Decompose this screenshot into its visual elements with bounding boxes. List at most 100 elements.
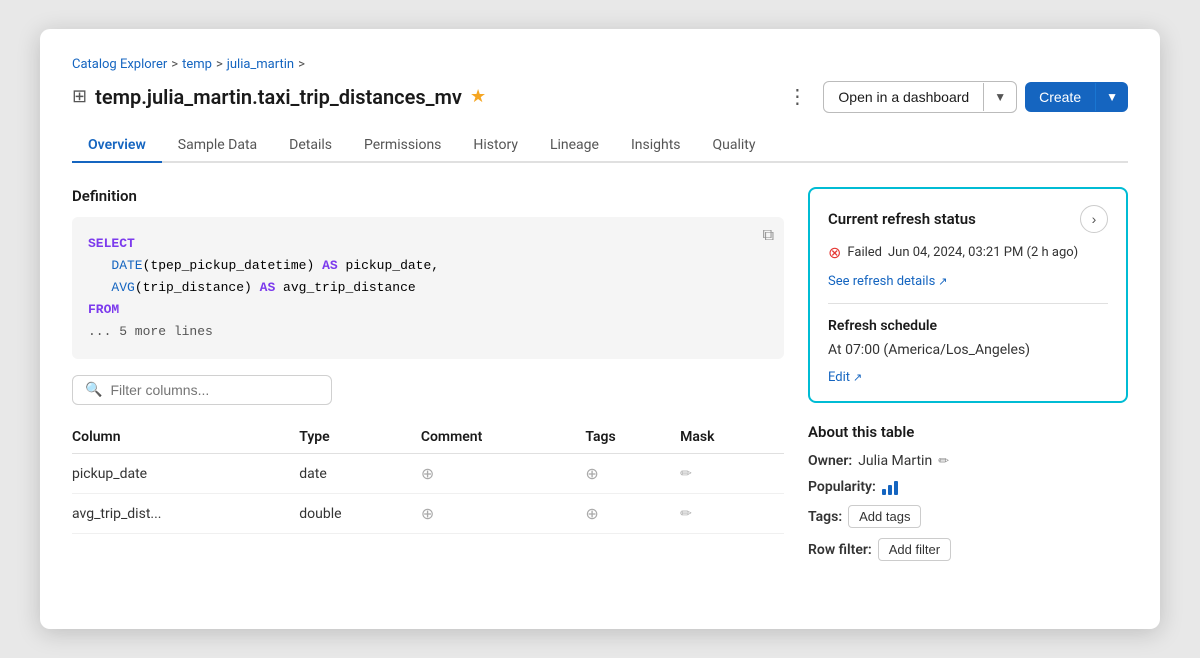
right-panel: Current refresh status › ⊗ Failed Jun 04…: [808, 187, 1128, 575]
open-dashboard-arrow[interactable]: ▼: [983, 83, 1016, 111]
cell-col-tags-1[interactable]: ⊕: [585, 454, 680, 494]
code-line-date: DATE(tpep_pickup_datetime) AS pickup_dat…: [88, 255, 768, 277]
refresh-status-title: Current refresh status: [828, 210, 976, 228]
cell-col-mask-1[interactable]: ✏: [680, 454, 784, 494]
popularity-label: Popularity:: [808, 479, 876, 495]
refresh-status-chevron[interactable]: ›: [1080, 205, 1108, 233]
ext-link-icon-2: ↗: [853, 371, 862, 384]
owner-label: Owner:: [808, 453, 852, 469]
row-filter-label: Row filter:: [808, 542, 872, 558]
comment-icon-2[interactable]: ⊕: [421, 504, 434, 523]
cell-col-tags-2[interactable]: ⊕: [585, 494, 680, 534]
open-dashboard-button[interactable]: Open in a dashboard ▼: [823, 81, 1017, 113]
code-line-avg: AVG(trip_distance) AS avg_trip_distance: [88, 277, 768, 299]
breadcrumb: Catalog Explorer > temp > julia_martin >: [72, 57, 1128, 72]
tab-permissions[interactable]: Permissions: [348, 129, 457, 163]
about-owner-row: Owner: Julia Martin ✏: [808, 453, 1128, 469]
cell-col-type-2: double: [299, 494, 421, 534]
tab-insights[interactable]: Insights: [615, 129, 697, 163]
owner-value: Julia Martin: [858, 453, 932, 469]
tab-quality[interactable]: Quality: [697, 129, 772, 163]
fn-date: DATE: [111, 258, 142, 273]
copy-code-button[interactable]: ⧉: [763, 227, 774, 245]
about-popularity-row: Popularity:: [808, 479, 1128, 495]
breadcrumb-temp[interactable]: temp: [182, 57, 212, 72]
fn-avg: AVG: [111, 280, 134, 295]
tags-icon-1[interactable]: ⊕: [585, 464, 598, 483]
kebab-menu-button[interactable]: ⋮: [779, 80, 815, 113]
tab-history[interactable]: History: [457, 129, 534, 163]
main-content: Definition ⧉ SELECT DATE(tpep_pickup_dat…: [72, 187, 1128, 575]
tab-sample-data[interactable]: Sample Data: [162, 129, 273, 163]
ext-link-icon-1: ↗: [938, 275, 947, 288]
open-dashboard-label: Open in a dashboard: [824, 82, 983, 112]
about-title: About this table: [808, 423, 1128, 441]
comment-icon-1[interactable]: ⊕: [421, 464, 434, 483]
popularity-bar: [882, 479, 898, 495]
kw-as-2: AS: [260, 280, 276, 295]
col-header-comment: Comment: [421, 421, 586, 454]
card-divider: [828, 303, 1108, 304]
table-row: avg_trip_dist... double ⊕ ⊕ ✏: [72, 494, 784, 534]
failed-icon: ⊗: [828, 243, 841, 262]
about-row-filter-row: Row filter: Add filter: [808, 538, 1128, 561]
cell-col-comment-1[interactable]: ⊕: [421, 454, 586, 494]
table-header-row: Column Type Comment Tags Mask: [72, 421, 784, 454]
title-actions: ⋮ Open in a dashboard ▼ Create ▼: [779, 80, 1128, 113]
breadcrumb-julia-martin[interactable]: julia_martin: [227, 57, 294, 72]
table-icon: ⊞: [72, 86, 87, 107]
refresh-schedule-title: Refresh schedule: [828, 318, 1108, 334]
mask-edit-icon-1[interactable]: ✏: [680, 466, 692, 482]
filter-columns-input[interactable]: [110, 382, 319, 398]
star-icon[interactable]: ★: [470, 86, 486, 107]
about-tags-row: Tags: Add tags: [808, 505, 1128, 528]
create-button[interactable]: Create ▼: [1025, 82, 1128, 112]
see-refresh-details-link[interactable]: See refresh details ↗: [828, 274, 948, 289]
failed-date: Jun 04, 2024, 03:21 PM (2 h ago): [888, 245, 1078, 260]
refresh-schedule-time: At 07:00 (America/Los_Angeles): [828, 342, 1108, 358]
tab-overview[interactable]: Overview: [72, 129, 162, 163]
col-header-mask: Mask: [680, 421, 784, 454]
keyword-select: SELECT: [88, 236, 135, 251]
title-row: ⊞ temp.julia_martin.taxi_trip_distances_…: [72, 80, 1128, 113]
failed-status: Failed: [847, 245, 882, 260]
edit-schedule-link[interactable]: Edit ↗: [828, 370, 862, 385]
breadcrumb-catalog[interactable]: Catalog Explorer: [72, 57, 167, 72]
definition-title: Definition: [72, 187, 784, 205]
tags-label: Tags:: [808, 509, 842, 525]
cell-col-comment-2[interactable]: ⊕: [421, 494, 586, 534]
create-arrow[interactable]: ▼: [1095, 83, 1128, 111]
filter-input-wrap: 🔍: [72, 375, 332, 405]
code-line-select: SELECT: [88, 233, 768, 255]
refresh-card-header: Current refresh status ›: [828, 205, 1108, 233]
cell-col-name-2: avg_trip_dist...: [72, 494, 299, 534]
mask-edit-icon-2[interactable]: ✏: [680, 506, 692, 522]
about-table-card: About this table Owner: Julia Martin ✏ P…: [808, 419, 1128, 575]
sql-code-block: ⧉ SELECT DATE(tpep_pickup_datetime) AS p…: [72, 217, 784, 359]
search-icon: 🔍: [85, 382, 102, 398]
cell-col-mask-2[interactable]: ✏: [680, 494, 784, 534]
breadcrumb-sep2: >: [216, 57, 223, 72]
title-left: ⊞ temp.julia_martin.taxi_trip_distances_…: [72, 85, 486, 109]
refresh-status-card: Current refresh status › ⊗ Failed Jun 04…: [808, 187, 1128, 403]
col-header-column: Column: [72, 421, 299, 454]
columns-table: Column Type Comment Tags Mask pickup_dat…: [72, 421, 784, 534]
cell-col-name-1: pickup_date: [72, 454, 299, 494]
kw-as-1: AS: [322, 258, 338, 273]
tags-icon-2[interactable]: ⊕: [585, 504, 598, 523]
bar-3: [894, 481, 898, 495]
add-tags-button[interactable]: Add tags: [848, 505, 921, 528]
add-filter-button[interactable]: Add filter: [878, 538, 951, 561]
code-line-from: FROM: [88, 299, 768, 321]
col-header-type: Type: [299, 421, 421, 454]
tabs-bar: Overview Sample Data Details Permissions…: [72, 129, 1128, 163]
col-header-tags: Tags: [585, 421, 680, 454]
table-row: pickup_date date ⊕ ⊕ ✏: [72, 454, 784, 494]
tab-lineage[interactable]: Lineage: [534, 129, 615, 163]
left-panel: Definition ⧉ SELECT DATE(tpep_pickup_dat…: [72, 187, 784, 575]
page-title: temp.julia_martin.taxi_trip_distances_mv: [95, 85, 462, 109]
tab-details[interactable]: Details: [273, 129, 348, 163]
main-window: Catalog Explorer > temp > julia_martin >…: [40, 29, 1160, 629]
create-label: Create: [1025, 82, 1095, 112]
owner-edit-icon[interactable]: ✏: [938, 454, 949, 469]
